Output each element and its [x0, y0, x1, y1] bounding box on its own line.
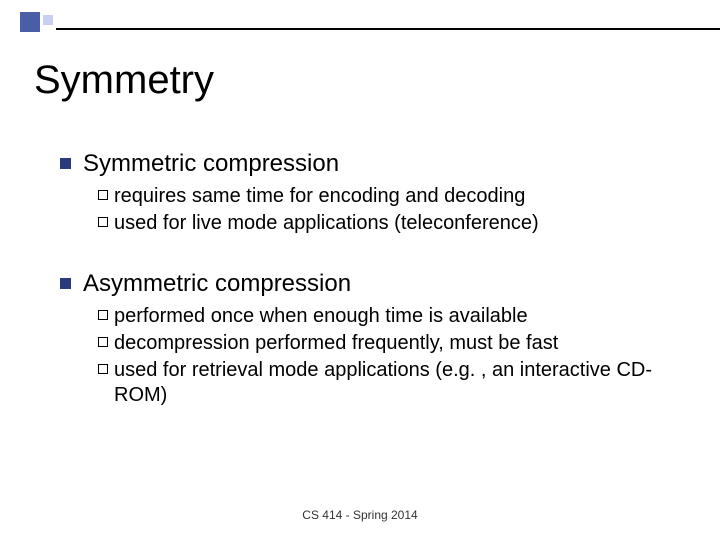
list-item-text: used for retrieval mode applications (e.…	[114, 358, 676, 408]
subitem-list: performed once when enough time is avail…	[98, 304, 676, 408]
section-heading: Asymmetric compression	[83, 270, 351, 298]
section-heading: Symmetric compression	[83, 150, 339, 178]
list-item-text: used for live mode applications (telecon…	[114, 211, 539, 236]
bullet-hollow-icon	[98, 217, 108, 227]
accent-square-large	[20, 12, 40, 32]
section-symmetric: Symmetric compression requires same time…	[60, 150, 676, 236]
bullet-hollow-icon	[98, 190, 108, 200]
bullet-hollow-icon	[98, 364, 108, 374]
horizontal-rule	[56, 28, 720, 30]
section-heading-row: Symmetric compression	[60, 150, 676, 178]
slide-title: Symmetry	[34, 58, 214, 103]
top-decoration	[0, 0, 720, 36]
footer-text: CS 414 - Spring 2014	[0, 508, 720, 522]
content-area: Symmetric compression requires same time…	[60, 150, 676, 442]
slide: Symmetry Symmetric compression requires …	[0, 0, 720, 540]
bullet-square-icon	[60, 278, 71, 289]
list-item-text: performed once when enough time is avail…	[114, 304, 528, 329]
list-item: requires same time for encoding and deco…	[98, 184, 676, 209]
section-heading-row: Asymmetric compression	[60, 270, 676, 298]
bullet-hollow-icon	[98, 337, 108, 347]
list-item: performed once when enough time is avail…	[98, 304, 676, 329]
subitem-list: requires same time for encoding and deco…	[98, 184, 676, 236]
list-item: decompression performed frequently, must…	[98, 331, 676, 356]
bullet-square-icon	[60, 158, 71, 169]
bullet-hollow-icon	[98, 310, 108, 320]
list-item-text: decompression performed frequently, must…	[114, 331, 558, 356]
list-item: used for retrieval mode applications (e.…	[98, 358, 676, 408]
accent-square-small	[43, 15, 53, 25]
section-asymmetric: Asymmetric compression performed once wh…	[60, 270, 676, 408]
list-item: used for live mode applications (telecon…	[98, 211, 676, 236]
list-item-text: requires same time for encoding and deco…	[114, 184, 525, 209]
